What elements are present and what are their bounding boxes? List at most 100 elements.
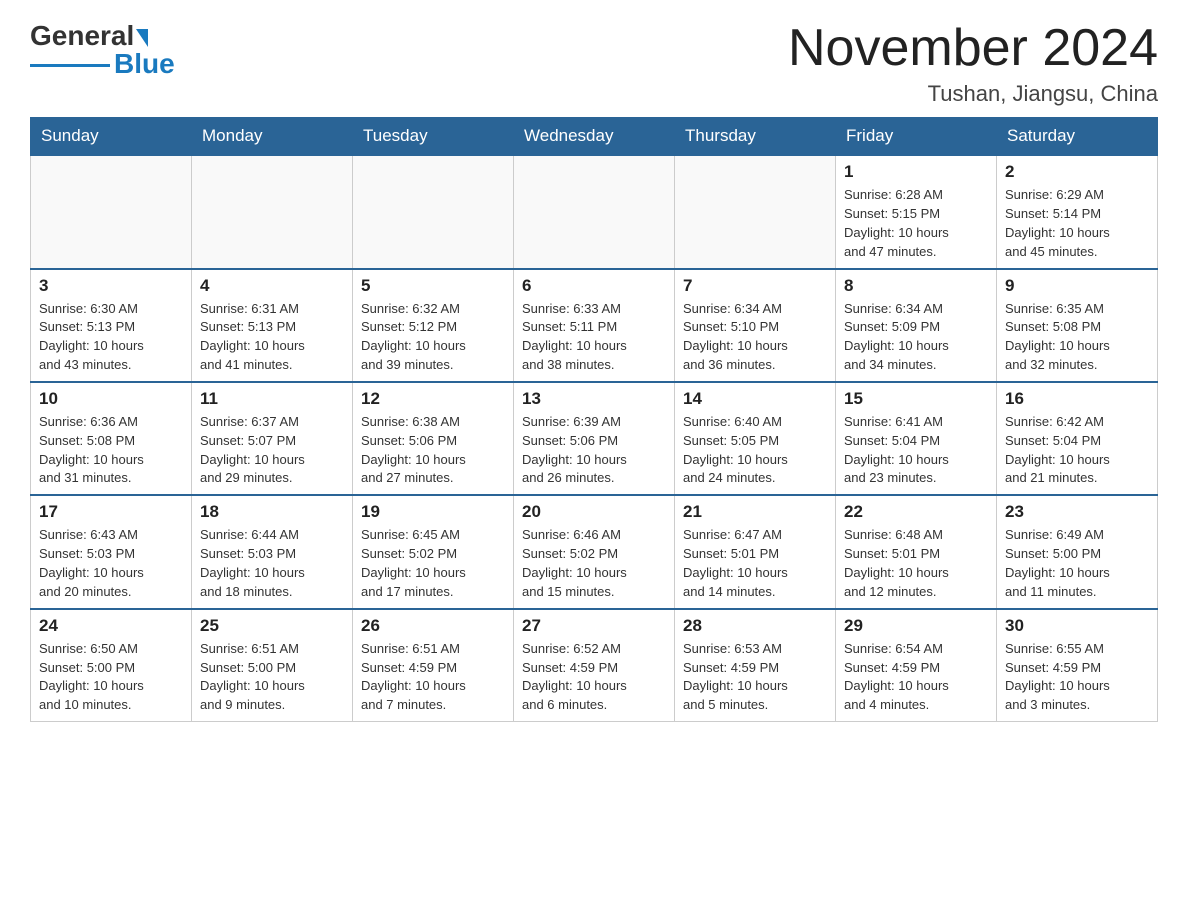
day-number: 28 xyxy=(683,616,827,636)
calendar-cell: 19 Sunrise: 6:45 AM Sunset: 5:02 PM Dayli… xyxy=(353,495,514,608)
calendar-week-row-1: 1Sunrise: 6:28 AM Sunset: 5:15 PM Daylig… xyxy=(31,155,1158,268)
day-number: 1 xyxy=(844,162,988,182)
day-number: 25 xyxy=(200,616,344,636)
calendar-cell: 9 Sunrise: 6:35 AM Sunset: 5:08 PM Daylig… xyxy=(997,269,1158,382)
calendar-cell: 17 Sunrise: 6:43 AM Sunset: 5:03 PM Dayli… xyxy=(31,495,192,608)
day-number: 23 xyxy=(1005,502,1149,522)
day-number: 3 xyxy=(39,276,183,296)
calendar-header-tuesday: Tuesday xyxy=(353,118,514,156)
day-number: 14 xyxy=(683,389,827,409)
calendar-cell: 22Sunrise: 6:48 AM Sunset: 5:01 PM Dayli… xyxy=(836,495,997,608)
calendar-week-row-4: 17 Sunrise: 6:43 AM Sunset: 5:03 PM Dayli… xyxy=(31,495,1158,608)
logo-blue-text: Blue xyxy=(114,48,175,80)
day-info: Sunrise: 6:49 AM Sunset: 5:00 PM Dayligh… xyxy=(1005,526,1149,601)
calendar-cell: 8 Sunrise: 6:34 AM Sunset: 5:09 PM Daylig… xyxy=(836,269,997,382)
calendar-cell xyxy=(192,155,353,268)
calendar-cell: 2 Sunrise: 6:29 AM Sunset: 5:14 PM Daylig… xyxy=(997,155,1158,268)
day-info: Sunrise: 6:34 AM Sunset: 5:09 PM Dayligh… xyxy=(844,300,988,375)
page-header: General Blue November 2024 Tushan, Jiang… xyxy=(30,20,1158,107)
calendar-cell: 20 Sunrise: 6:46 AM Sunset: 5:02 PM Dayli… xyxy=(514,495,675,608)
calendar-header-saturday: Saturday xyxy=(997,118,1158,156)
logo-underline xyxy=(30,64,110,67)
day-number: 13 xyxy=(522,389,666,409)
calendar-cell xyxy=(31,155,192,268)
day-number: 8 xyxy=(844,276,988,296)
day-info: Sunrise: 6:43 AM Sunset: 5:03 PM Dayligh… xyxy=(39,526,183,601)
calendar-cell: 11Sunrise: 6:37 AM Sunset: 5:07 PM Dayli… xyxy=(192,382,353,495)
day-info: Sunrise: 6:52 AM Sunset: 4:59 PM Dayligh… xyxy=(522,640,666,715)
day-info: Sunrise: 6:50 AM Sunset: 5:00 PM Dayligh… xyxy=(39,640,183,715)
calendar-cell: 16 Sunrise: 6:42 AM Sunset: 5:04 PM Dayli… xyxy=(997,382,1158,495)
day-info: Sunrise: 6:45 AM Sunset: 5:02 PM Dayligh… xyxy=(361,526,505,601)
day-number: 4 xyxy=(200,276,344,296)
calendar-cell: 18 Sunrise: 6:44 AM Sunset: 5:03 PM Dayli… xyxy=(192,495,353,608)
calendar-week-row-3: 10Sunrise: 6:36 AM Sunset: 5:08 PM Dayli… xyxy=(31,382,1158,495)
calendar-week-row-2: 3 Sunrise: 6:30 AM Sunset: 5:13 PM Daylig… xyxy=(31,269,1158,382)
day-info: Sunrise: 6:31 AM Sunset: 5:13 PM Dayligh… xyxy=(200,300,344,375)
calendar-cell: 13 Sunrise: 6:39 AM Sunset: 5:06 PM Dayli… xyxy=(514,382,675,495)
calendar-cell: 12 Sunrise: 6:38 AM Sunset: 5:06 PM Dayli… xyxy=(353,382,514,495)
header-right: November 2024 Tushan, Jiangsu, China xyxy=(788,20,1158,107)
day-info: Sunrise: 6:51 AM Sunset: 4:59 PM Dayligh… xyxy=(361,640,505,715)
calendar-cell: 24 Sunrise: 6:50 AM Sunset: 5:00 PM Dayli… xyxy=(31,609,192,722)
day-number: 6 xyxy=(522,276,666,296)
day-number: 19 xyxy=(361,502,505,522)
location: Tushan, Jiangsu, China xyxy=(788,81,1158,107)
calendar-header-wednesday: Wednesday xyxy=(514,118,675,156)
calendar-cell: 28Sunrise: 6:53 AM Sunset: 4:59 PM Dayli… xyxy=(675,609,836,722)
calendar-header-sunday: Sunday xyxy=(31,118,192,156)
calendar-cell: 3 Sunrise: 6:30 AM Sunset: 5:13 PM Daylig… xyxy=(31,269,192,382)
day-number: 17 xyxy=(39,502,183,522)
calendar-cell: 10Sunrise: 6:36 AM Sunset: 5:08 PM Dayli… xyxy=(31,382,192,495)
calendar-cell: 21Sunrise: 6:47 AM Sunset: 5:01 PM Dayli… xyxy=(675,495,836,608)
day-info: Sunrise: 6:40 AM Sunset: 5:05 PM Dayligh… xyxy=(683,413,827,488)
calendar-week-row-5: 24 Sunrise: 6:50 AM Sunset: 5:00 PM Dayli… xyxy=(31,609,1158,722)
day-number: 7 xyxy=(683,276,827,296)
day-number: 15 xyxy=(844,389,988,409)
day-info: Sunrise: 6:54 AM Sunset: 4:59 PM Dayligh… xyxy=(844,640,988,715)
calendar-cell: 15 Sunrise: 6:41 AM Sunset: 5:04 PM Dayli… xyxy=(836,382,997,495)
day-number: 29 xyxy=(844,616,988,636)
day-number: 18 xyxy=(200,502,344,522)
day-number: 20 xyxy=(522,502,666,522)
logo-triangle-icon xyxy=(136,29,148,47)
calendar-cell: 5 Sunrise: 6:32 AM Sunset: 5:12 PM Daylig… xyxy=(353,269,514,382)
day-info: Sunrise: 6:55 AM Sunset: 4:59 PM Dayligh… xyxy=(1005,640,1149,715)
day-number: 30 xyxy=(1005,616,1149,636)
calendar-cell: 23 Sunrise: 6:49 AM Sunset: 5:00 PM Dayli… xyxy=(997,495,1158,608)
day-info: Sunrise: 6:39 AM Sunset: 5:06 PM Dayligh… xyxy=(522,413,666,488)
day-info: Sunrise: 6:30 AM Sunset: 5:13 PM Dayligh… xyxy=(39,300,183,375)
day-number: 24 xyxy=(39,616,183,636)
calendar-header-friday: Friday xyxy=(836,118,997,156)
calendar-cell: 14 Sunrise: 6:40 AM Sunset: 5:05 PM Dayli… xyxy=(675,382,836,495)
calendar-header-monday: Monday xyxy=(192,118,353,156)
day-info: Sunrise: 6:29 AM Sunset: 5:14 PM Dayligh… xyxy=(1005,186,1149,261)
calendar-cell: 25 Sunrise: 6:51 AM Sunset: 5:00 PM Dayli… xyxy=(192,609,353,722)
calendar-cell: 6Sunrise: 6:33 AM Sunset: 5:11 PM Daylig… xyxy=(514,269,675,382)
calendar-cell: 30 Sunrise: 6:55 AM Sunset: 4:59 PM Dayli… xyxy=(997,609,1158,722)
day-number: 16 xyxy=(1005,389,1149,409)
day-info: Sunrise: 6:51 AM Sunset: 5:00 PM Dayligh… xyxy=(200,640,344,715)
day-info: Sunrise: 6:44 AM Sunset: 5:03 PM Dayligh… xyxy=(200,526,344,601)
day-info: Sunrise: 6:32 AM Sunset: 5:12 PM Dayligh… xyxy=(361,300,505,375)
calendar-cell: 4 Sunrise: 6:31 AM Sunset: 5:13 PM Daylig… xyxy=(192,269,353,382)
calendar-cell: 27 Sunrise: 6:52 AM Sunset: 4:59 PM Dayli… xyxy=(514,609,675,722)
calendar-cell: 1Sunrise: 6:28 AM Sunset: 5:15 PM Daylig… xyxy=(836,155,997,268)
day-number: 5 xyxy=(361,276,505,296)
day-info: Sunrise: 6:42 AM Sunset: 5:04 PM Dayligh… xyxy=(1005,413,1149,488)
day-info: Sunrise: 6:46 AM Sunset: 5:02 PM Dayligh… xyxy=(522,526,666,601)
day-number: 21 xyxy=(683,502,827,522)
day-info: Sunrise: 6:48 AM Sunset: 5:01 PM Dayligh… xyxy=(844,526,988,601)
day-number: 2 xyxy=(1005,162,1149,182)
day-info: Sunrise: 6:38 AM Sunset: 5:06 PM Dayligh… xyxy=(361,413,505,488)
calendar-cell xyxy=(675,155,836,268)
calendar-header-row: SundayMondayTuesdayWednesdayThursdayFrid… xyxy=(31,118,1158,156)
day-number: 27 xyxy=(522,616,666,636)
day-number: 12 xyxy=(361,389,505,409)
day-info: Sunrise: 6:35 AM Sunset: 5:08 PM Dayligh… xyxy=(1005,300,1149,375)
day-info: Sunrise: 6:36 AM Sunset: 5:08 PM Dayligh… xyxy=(39,413,183,488)
day-number: 9 xyxy=(1005,276,1149,296)
day-info: Sunrise: 6:41 AM Sunset: 5:04 PM Dayligh… xyxy=(844,413,988,488)
day-number: 26 xyxy=(361,616,505,636)
calendar-cell: 29 Sunrise: 6:54 AM Sunset: 4:59 PM Dayli… xyxy=(836,609,997,722)
